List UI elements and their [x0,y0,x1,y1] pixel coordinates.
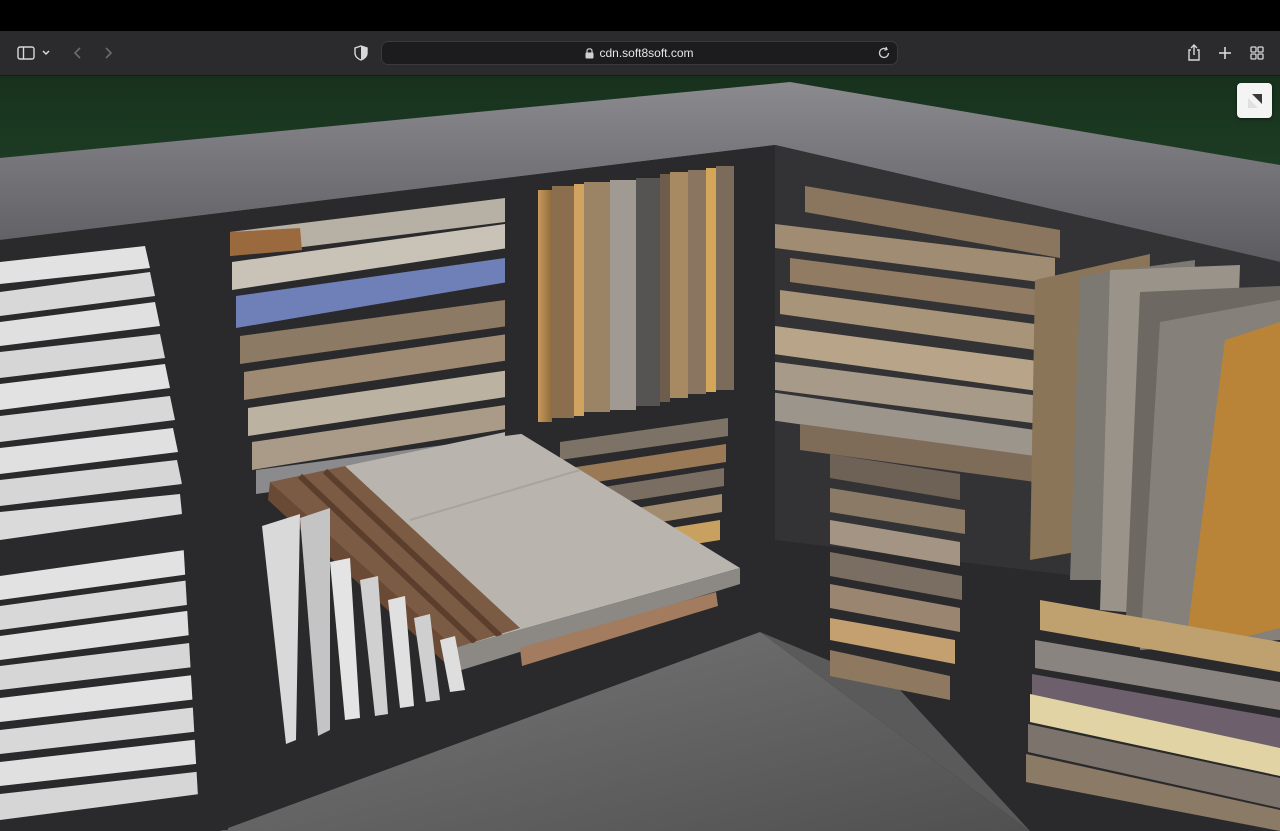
top-status-strip [0,0,1280,31]
forward-arrow-icon[interactable] [96,41,120,65]
chevron-down-icon[interactable] [38,41,54,65]
vertical-boards [538,166,734,422]
lock-icon [585,47,594,59]
browser-toolbar: cdn.soft8soft.com [0,31,1280,76]
sidebar-icon[interactable] [14,41,38,65]
url-text: cdn.soft8soft.com [599,46,694,60]
back-arrow-icon[interactable] [66,41,90,65]
address-bar[interactable]: cdn.soft8soft.com [381,41,898,65]
3d-viewport[interactable] [0,76,1280,831]
tab-overview-icon[interactable] [1245,41,1269,65]
fullscreen-toggle-icon[interactable] [1237,83,1272,118]
wood-sample-display-scene [0,76,1280,831]
reload-icon[interactable] [877,46,891,60]
privacy-shield-icon[interactable] [349,41,373,65]
plus-icon[interactable] [1213,41,1237,65]
share-icon[interactable] [1182,41,1206,65]
